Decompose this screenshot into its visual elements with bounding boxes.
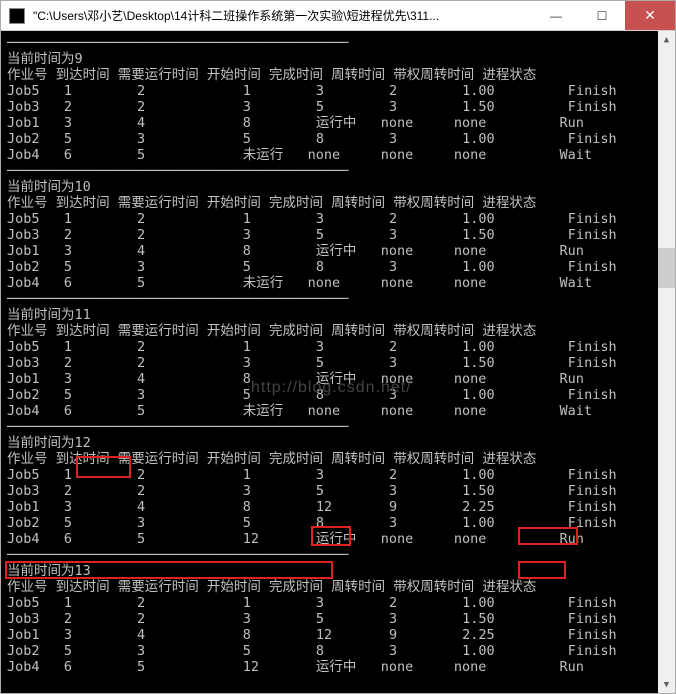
console-line: 当前时间为11 [7,307,675,323]
console-line: Job3 2 2 3 5 3 1.50 Finish [7,355,675,371]
window-controls: — ☐ ✕ [533,1,675,30]
console-line: Job2 5 3 5 8 3 1.00 Finish [7,387,675,403]
vertical-scrollbar[interactable]: ▲ ▼ [658,31,675,693]
console-line: Job4 6 5 12 运行中 none none Run [7,659,675,675]
console-line: 作业号 到达时间 需要运行时间 开始时间 完成时间 周转时间 带权周转时间 进程… [7,579,675,595]
console-line: Job3 2 2 3 5 3 1.50 Finish [7,99,675,115]
window-icon [9,8,25,24]
console-line: 当前时间为12 [7,435,675,451]
console-line: Job3 2 2 3 5 3 1.50 Finish [7,611,675,627]
console-line: ────────────────────────────────────────… [7,35,675,51]
console-line: Job5 1 2 1 3 2 1.00 Finish [7,467,675,483]
console-line: ────────────────────────────────────────… [7,291,675,307]
console-content: ────────────────────────────────────────… [1,31,675,693]
console-line: 当前时间为10 [7,179,675,195]
console-line: Job4 6 5 12 运行中 none none Run [7,531,675,547]
console-line: Job5 1 2 1 3 2 1.00 Finish [7,211,675,227]
console-line: 作业号 到达时间 需要运行时间 开始时间 完成时间 周转时间 带权周转时间 进程… [7,195,675,211]
close-button[interactable]: ✕ [625,1,675,30]
console-line: Job4 6 5 未运行 none none none Wait [7,275,675,291]
scroll-up-button[interactable]: ▲ [658,31,675,48]
window-title: "C:\Users\邓小艺\Desktop\14计科二班操作系统第一次实验\短进… [33,7,533,24]
console-line: ────────────────────────────────────────… [7,547,675,563]
console-line: ────────────────────────────────────────… [7,163,675,179]
console-line: Job1 3 4 8 12 9 2.25 Finish [7,499,675,515]
minimize-button[interactable]: — [533,1,579,30]
console-line: Job5 1 2 1 3 2 1.00 Finish [7,339,675,355]
scrollbar-track[interactable] [658,48,675,676]
console-line: Job5 1 2 1 3 2 1.00 Finish [7,83,675,99]
console-line: 作业号 到达时间 需要运行时间 开始时间 完成时间 周转时间 带权周转时间 进程… [7,67,675,83]
scrollbar-thumb[interactable] [658,248,675,288]
console-area: ────────────────────────────────────────… [1,31,675,693]
console-line: 作业号 到达时间 需要运行时间 开始时间 完成时间 周转时间 带权周转时间 进程… [7,323,675,339]
console-line: ────────────────────────────────────────… [7,419,675,435]
console-line: Job5 1 2 1 3 2 1.00 Finish [7,595,675,611]
console-line: Job2 5 3 5 8 3 1.00 Finish [7,643,675,659]
window-titlebar[interactable]: "C:\Users\邓小艺\Desktop\14计科二班操作系统第一次实验\短进… [1,1,675,31]
console-line: Job1 3 4 8 运行中 none none Run [7,115,675,131]
console-line: Job4 6 5 未运行 none none none Wait [7,403,675,419]
console-line: Job2 5 3 5 8 3 1.00 Finish [7,515,675,531]
console-line: 作业号 到达时间 需要运行时间 开始时间 完成时间 周转时间 带权周转时间 进程… [7,451,675,467]
console-line: Job3 2 2 3 5 3 1.50 Finish [7,483,675,499]
scroll-down-button[interactable]: ▼ [658,676,675,693]
console-line: Job1 3 4 8 12 9 2.25 Finish [7,627,675,643]
console-line: Job2 5 3 5 8 3 1.00 Finish [7,131,675,147]
maximize-button[interactable]: ☐ [579,1,625,30]
console-line: 当前时间为13 [7,563,675,579]
console-line: Job4 6 5 未运行 none none none Wait [7,147,675,163]
console-line: 当前时间为9 [7,51,675,67]
console-line: Job2 5 3 5 8 3 1.00 Finish [7,259,675,275]
console-line: Job1 3 4 8 运行中 none none Run [7,243,675,259]
console-line: Job3 2 2 3 5 3 1.50 Finish [7,227,675,243]
console-line: Job1 3 4 8 运行中 none none Run [7,371,675,387]
